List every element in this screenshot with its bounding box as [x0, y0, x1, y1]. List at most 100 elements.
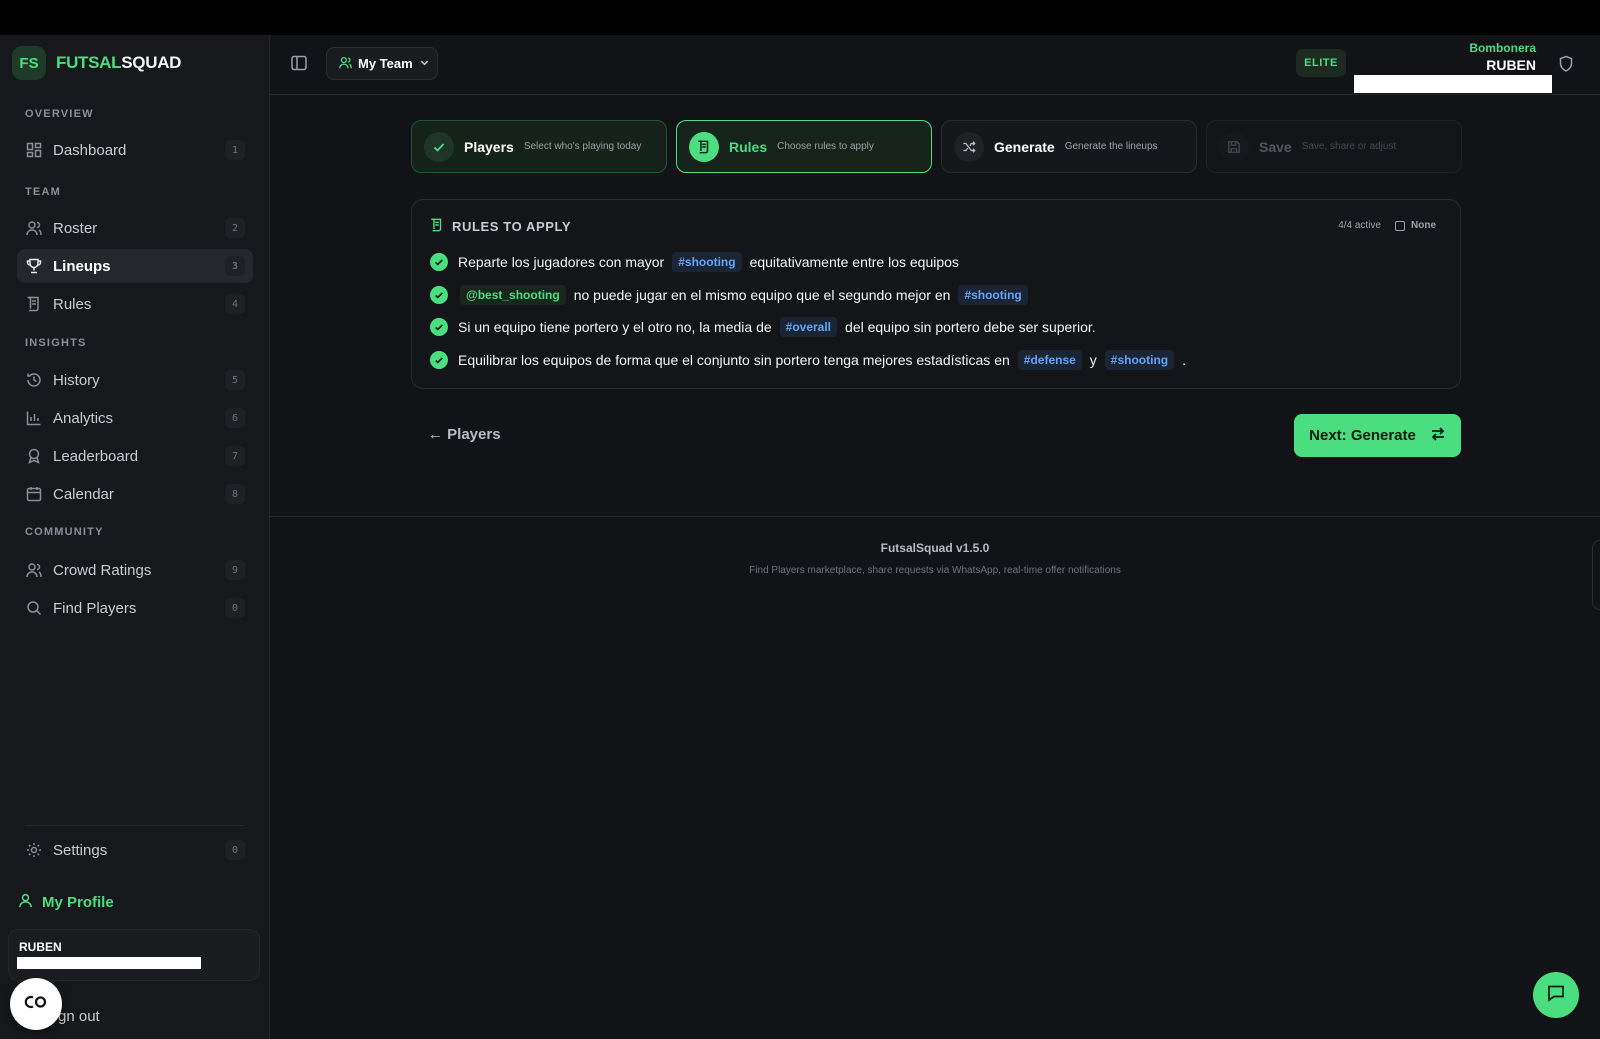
chevron-down-icon — [419, 56, 430, 71]
rule-text: Reparte los jugadores con mayor — [458, 254, 665, 270]
step-rules[interactable]: Rules Choose rules to apply — [676, 120, 932, 173]
app-name-part2: SQUAD — [121, 53, 182, 72]
back-to-players-button[interactable]: ← Players — [428, 426, 501, 443]
window-top-bar — [0, 0, 1600, 35]
sidebar-item-label: Calendar — [53, 485, 114, 503]
shuffle-icon — [954, 131, 984, 162]
sidebar-item-lineups[interactable]: Lineups 3 — [17, 249, 253, 283]
footer-version: FutsalSquad v1.5.0 — [880, 541, 990, 555]
step-title: Save — [1259, 138, 1292, 155]
rule-item[interactable]: @best_shooting no puede jugar en el mism… — [430, 285, 1030, 305]
shortcut-number: 0 — [225, 598, 245, 618]
step-subtitle: Select who's playing today — [523, 141, 642, 152]
shortcut-number: 0 — [225, 840, 245, 860]
step-players[interactable]: Players Select who's playing today — [411, 120, 667, 173]
step-subtitle: Generate the lineups — [1064, 141, 1158, 152]
app-name: FUTSALSQUAD — [56, 53, 181, 73]
shortcut-number: 5 — [225, 370, 245, 390]
rule-text: del equipo sin portero debe ser superior… — [845, 319, 1096, 335]
rule-item[interactable]: Si un equipo tiene portero y el otro no,… — [430, 317, 1096, 337]
stat-tag: #shooting — [672, 252, 742, 272]
rules-title: RULES TO APPLY — [452, 219, 572, 234]
bar-chart-icon — [25, 409, 43, 427]
footer-divider — [270, 516, 1600, 517]
sidebar-item-label: Crowd Ratings — [53, 561, 152, 579]
step-subtitle: Save, share or adjust — [1301, 141, 1397, 152]
next-generate-button[interactable]: Next: Generate — [1294, 414, 1461, 457]
save-icon — [1219, 131, 1249, 162]
sidebar-item-label: Lineups — [53, 257, 111, 275]
scroll-icon — [25, 295, 43, 313]
calendar-icon — [25, 485, 43, 503]
shortcut-number: 8 — [225, 484, 245, 504]
sidebar-item-roster[interactable]: Roster 2 — [17, 211, 253, 245]
sidebar-item-analytics[interactable]: Analytics 6 — [17, 401, 253, 435]
user-name: RUBEN — [19, 940, 62, 954]
history-icon — [25, 371, 43, 389]
chat-button[interactable] — [1533, 972, 1579, 1018]
award-icon — [25, 447, 43, 465]
sign-out-link[interactable]: gn out — [58, 1008, 100, 1025]
sidebar-item-find-players[interactable]: Find Players 0 — [17, 591, 253, 625]
dashboard-icon — [25, 141, 43, 159]
step-title: Generate — [994, 138, 1055, 155]
shortcut-number: 3 — [225, 256, 245, 276]
section-community: COMMUNITY — [25, 526, 104, 538]
top-header: My Team ELITE Bombonera RUBEN — [270, 35, 1600, 95]
my-profile-label: My Profile — [42, 894, 114, 911]
team-selector[interactable]: My Team — [326, 47, 438, 80]
brand-logo[interactable]: FS FUTSALSQUAD — [12, 46, 181, 80]
cookie-icon — [22, 993, 50, 1016]
select-none-toggle[interactable]: None — [1395, 220, 1436, 231]
none-label: None — [1411, 220, 1436, 231]
swap-arrows-icon — [1430, 426, 1446, 446]
check-circle-icon[interactable] — [430, 351, 448, 369]
sidebar: FS FUTSALSQUAD OVERVIEW Dashboard 1 TEAM… — [0, 35, 270, 1039]
check-circle-icon[interactable] — [430, 286, 448, 304]
side-panel-handle[interactable] — [1592, 540, 1600, 610]
club-name: Bombonera — [1469, 41, 1536, 55]
rule-text: . — [1182, 352, 1187, 368]
my-profile-link[interactable]: My Profile — [18, 893, 114, 912]
check-icon — [424, 131, 454, 162]
header-user-name: RUBEN — [1486, 57, 1536, 73]
sidebar-item-leaderboard[interactable]: Leaderboard 7 — [17, 439, 253, 473]
rules-header: RULES TO APPLY — [430, 218, 571, 235]
sidebar-item-settings[interactable]: Settings 0 — [17, 833, 253, 867]
sidebar-toggle-icon[interactable] — [290, 54, 308, 72]
sidebar-item-calendar[interactable]: Calendar 8 — [17, 477, 253, 511]
check-circle-icon[interactable] — [430, 318, 448, 336]
cookie-settings-button[interactable] — [10, 978, 62, 1030]
rule-text: Si un equipo tiene portero y el otro no,… — [458, 319, 772, 335]
stat-tag: #defense — [1017, 350, 1082, 370]
sidebar-item-label: Settings — [53, 841, 108, 859]
rule-text: equitativamente entre los equipos — [749, 254, 959, 270]
sidebar-item-label: Find Players — [53, 599, 137, 617]
redacted-email — [17, 957, 201, 969]
shield-icon[interactable] — [1558, 55, 1574, 78]
rule-text: y — [1089, 352, 1097, 368]
checkbox[interactable] — [1395, 220, 1405, 231]
step-subtitle: Choose rules to apply — [777, 141, 874, 152]
rule-item[interactable]: Equilibrar los equipos de forma que el c… — [430, 350, 1186, 370]
shortcut-number: 9 — [225, 560, 245, 580]
scroll-icon — [689, 131, 719, 162]
step-generate[interactable]: Generate Generate the lineups — [941, 120, 1197, 173]
logo-badge: FS — [12, 46, 46, 80]
sidebar-item-crowd-ratings[interactable]: Crowd Ratings 9 — [17, 553, 253, 587]
sidebar-item-label: Roster — [53, 219, 98, 237]
shortcut-number: 1 — [225, 140, 245, 160]
player-tag: @best_shooting — [460, 285, 566, 305]
check-circle-icon[interactable] — [430, 253, 448, 271]
club-info[interactable]: Bombonera RUBEN — [1469, 41, 1536, 73]
rule-item[interactable]: Reparte los jugadores con mayor #shootin… — [430, 252, 959, 272]
users-icon — [339, 56, 352, 72]
chat-icon — [1546, 983, 1566, 1008]
sidebar-item-dashboard[interactable]: Dashboard 1 — [17, 133, 253, 167]
sidebar-item-history[interactable]: History 5 — [17, 363, 253, 397]
sidebar-item-label: Leaderboard — [53, 447, 139, 465]
sidebar-item-rules[interactable]: Rules 4 — [17, 287, 253, 321]
user-card[interactable]: RUBEN — [8, 929, 260, 981]
sidebar-item-label: Analytics — [53, 409, 114, 427]
section-insights: INSIGHTS — [25, 337, 87, 349]
